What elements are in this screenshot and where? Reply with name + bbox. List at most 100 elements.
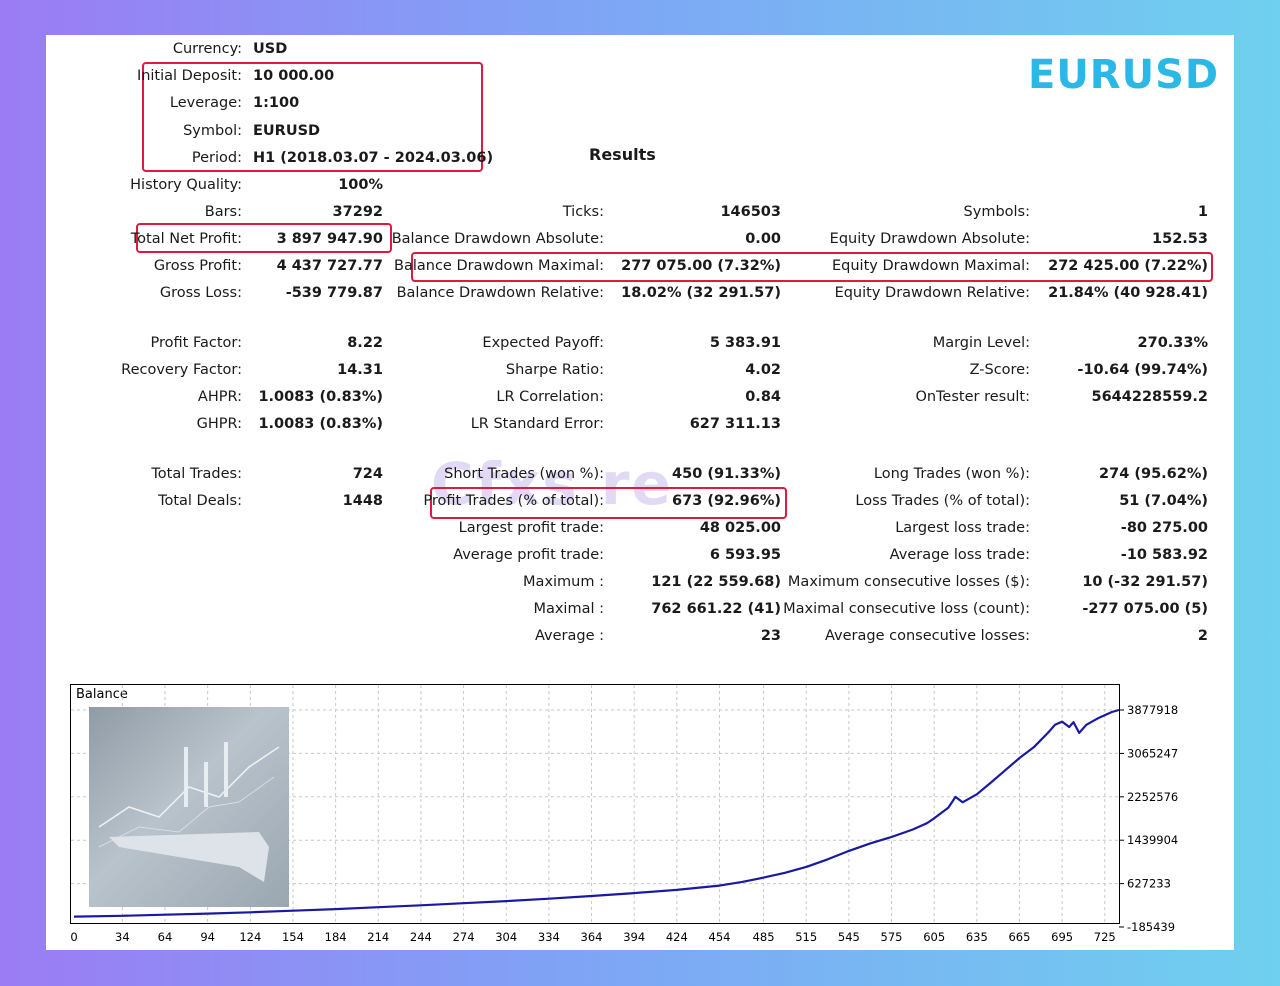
stat-value: 450 (91.33%)	[672, 466, 781, 482]
x-tick-label: 0	[70, 930, 77, 944]
stat-label: Largest profit trade:	[458, 520, 604, 536]
stat-value: 1	[1197, 204, 1208, 220]
stat-value: 8.22	[347, 335, 383, 351]
y-tick-label: 3877918	[1127, 703, 1178, 717]
setting-value: H1 (2018.03.07 - 2024.03.06)	[253, 150, 494, 166]
stat-value: 1448	[342, 493, 383, 509]
symbol-heading: EURUSD	[1028, 52, 1220, 98]
stat-label: Bars:	[204, 204, 242, 220]
stat-label: Margin Level:	[932, 335, 1030, 351]
stat-value: 0.84	[745, 389, 781, 405]
stat-label: Maximal consecutive loss (count):	[783, 601, 1030, 617]
stat-label: Short Trades (won %):	[444, 466, 604, 482]
stat-label: Maximal :	[533, 601, 604, 617]
y-tick-label: -185439	[1127, 920, 1175, 934]
x-tick-label: 725	[1094, 930, 1116, 944]
stat-value: 0.00	[745, 231, 781, 247]
stat-label: Balance Drawdown Maximal:	[394, 258, 604, 274]
stat-value: 18.02% (32 291.57)	[621, 285, 781, 301]
stat-value: 277 075.00 (7.32%)	[621, 258, 781, 274]
setting-label: Period:	[191, 150, 242, 166]
x-tick-label: 485	[753, 930, 775, 944]
x-tick-label: 244	[410, 930, 432, 944]
x-tick-label: 605	[923, 930, 945, 944]
stat-value: 10 (-32 291.57)	[1082, 574, 1208, 590]
stat-label: Average profit trade:	[453, 547, 604, 563]
stat-value: 1.0083 (0.83%)	[258, 389, 383, 405]
stat-label: LR Correlation:	[496, 389, 604, 405]
stat-label: Profit Factor:	[150, 335, 242, 351]
setting-label: Symbol:	[183, 123, 242, 139]
setting-value: EURUSD	[253, 123, 321, 139]
x-tick-label: 454	[709, 930, 731, 944]
x-tick-label: 515	[795, 930, 817, 944]
stat-label: Gross Loss:	[159, 285, 242, 301]
stat-label: AHPR:	[197, 389, 242, 405]
stat-label: Average consecutive losses:	[824, 628, 1030, 644]
stat-value: -80 275.00	[1120, 520, 1208, 536]
x-tick-label: 214	[367, 930, 389, 944]
stat-value: 272 425.00 (7.22%)	[1048, 258, 1208, 274]
x-tick-label: 424	[666, 930, 688, 944]
setting-value: 100%	[338, 177, 383, 193]
stat-value: 673 (92.96%)	[672, 493, 781, 509]
stat-label: Average :	[534, 628, 604, 644]
y-tick-label: 3065247	[1127, 746, 1178, 760]
stat-label: Z-Score:	[969, 362, 1030, 378]
stat-value: 274 (95.62%)	[1099, 466, 1208, 482]
setting-label: Currency:	[172, 41, 242, 57]
stat-label: Maximum consecutive losses ($):	[787, 574, 1030, 590]
stat-value: 121 (22 559.68)	[651, 574, 781, 590]
stat-label: Total Deals:	[158, 493, 242, 509]
x-tick-label: 364	[581, 930, 603, 944]
stat-label: Loss Trades (% of total):	[855, 493, 1030, 509]
x-tick-label: 64	[158, 930, 173, 944]
report-panel: EURUSD Results Cfxs re Currency: USD Initi…	[46, 35, 1234, 950]
results-title: Results	[589, 145, 656, 164]
stat-label: Balance Drawdown Relative:	[396, 285, 604, 301]
stat-label: Total Net Profit:	[130, 231, 242, 247]
x-tick-label: 154	[282, 930, 304, 944]
stat-label: Equity Drawdown Relative:	[834, 285, 1030, 301]
stat-label: Equity Drawdown Maximal:	[832, 258, 1030, 274]
stat-label: Profit Trades (% of total):	[423, 493, 604, 509]
y-tick-label: 1439904	[1127, 833, 1178, 847]
stat-value: 627 311.13	[689, 416, 781, 432]
stat-value: 48 025.00	[699, 520, 781, 536]
stat-value: 14.31	[337, 362, 383, 378]
stat-label: Largest loss trade:	[895, 520, 1030, 536]
stat-label: OnTester result:	[915, 389, 1030, 405]
x-tick-label: 184	[325, 930, 347, 944]
setting-label: History Quality:	[130, 177, 242, 193]
stat-value: -10 583.92	[1120, 547, 1208, 563]
stat-label: Recovery Factor:	[121, 362, 242, 378]
stat-label: Total Trades:	[151, 466, 242, 482]
stat-value: 146503	[720, 204, 781, 220]
stat-value: 4 437 727.77	[276, 258, 383, 274]
stat-value: 21.84% (40 928.41)	[1048, 285, 1208, 301]
setting-value: USD	[253, 41, 288, 57]
setting-label: Leverage:	[169, 95, 242, 111]
decorative-photo	[89, 707, 289, 907]
x-tick-label: 695	[1051, 930, 1073, 944]
stat-value: 23	[760, 628, 781, 644]
x-tick-label: 334	[538, 930, 560, 944]
stat-label: Equity Drawdown Absolute:	[829, 231, 1030, 247]
y-tick-label: 2252576	[1127, 790, 1178, 804]
x-tick-label: 94	[200, 930, 215, 944]
stat-value: 152.53	[1152, 231, 1208, 247]
stat-value: -539 779.87	[285, 285, 383, 301]
x-tick-label: 124	[239, 930, 261, 944]
x-tick-label: 304	[495, 930, 517, 944]
stat-label: GHPR:	[196, 416, 242, 432]
stat-label: LR Standard Error:	[470, 416, 604, 432]
x-tick-label: 274	[453, 930, 475, 944]
stat-label: Expected Payoff:	[482, 335, 604, 351]
x-tick-label: 575	[881, 930, 903, 944]
stat-value: 3 897 947.90	[276, 231, 383, 247]
stat-label: Ticks:	[562, 204, 604, 220]
stat-value: 51 (7.04%)	[1119, 493, 1208, 509]
y-tick-label: 627233	[1127, 877, 1171, 891]
setting-value: 10 000.00	[253, 68, 335, 84]
stat-value: 762 661.22 (41)	[651, 601, 781, 617]
